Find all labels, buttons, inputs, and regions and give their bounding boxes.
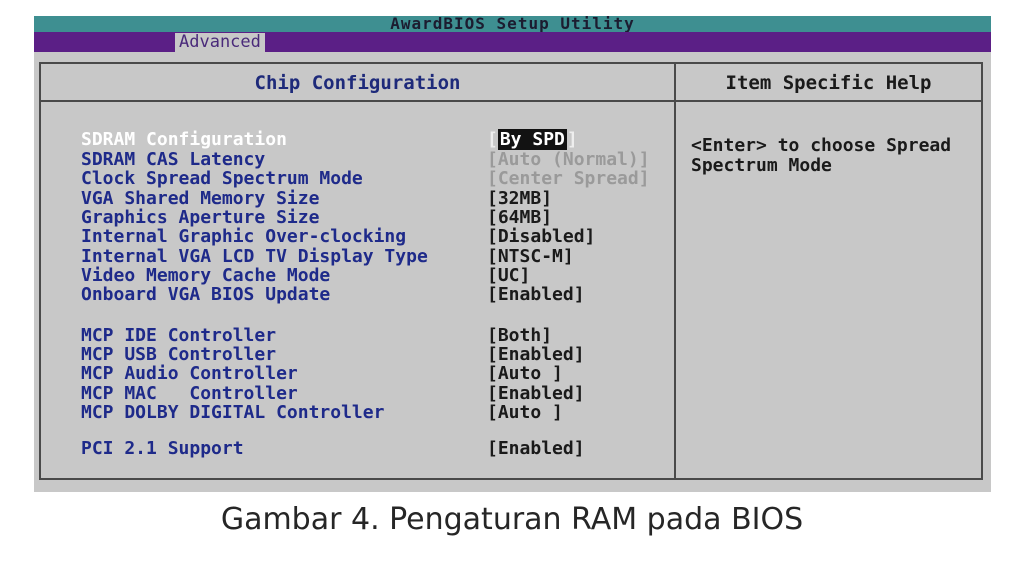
- setting-label: Video Memory Cache Mode: [81, 265, 331, 286]
- setting-value[interactable]: [32MB]: [487, 189, 552, 209]
- setting-value: [Auto (Normal)]: [487, 149, 650, 170]
- setting-label: Internal VGA LCD TV Display Type: [81, 246, 428, 267]
- setting-value[interactable]: [UC]: [487, 266, 530, 286]
- figure-caption: Gambar 4. Pengaturan RAM pada BIOS: [220, 502, 804, 537]
- setting-value[interactable]: [64MB]: [487, 208, 552, 228]
- setting-row-mcp-ide[interactable]: MCP IDE Controller [Both]: [81, 326, 671, 346]
- section-title: Chip Configuration: [254, 72, 461, 94]
- setting-value[interactable]: [Auto ]: [487, 403, 563, 423]
- help-title: Item Specific Help: [725, 72, 932, 94]
- setting-row-sdram-configuration[interactable]: SDRAM Configuration [By SPD]: [81, 129, 671, 150]
- setting-row-clock-spread-spectrum: Clock Spread Spectrum Mode [Center Sprea…: [81, 169, 671, 189]
- setting-label: SDRAM CAS Latency: [81, 149, 266, 170]
- setting-row-mcp-usb[interactable]: MCP USB Controller [Enabled]: [81, 345, 671, 365]
- help-text: <Enter> to choose Spread Spectrum Mode: [691, 135, 952, 176]
- setting-row-mcp-mac[interactable]: MCP MAC Controller [Enabled]: [81, 384, 671, 404]
- setting-label: Onboard VGA BIOS Update: [81, 284, 331, 305]
- setting-row-sdram-cas-latency: SDRAM CAS Latency [Auto (Normal)]: [81, 150, 671, 170]
- setting-row-lcd-tv-display-type[interactable]: Internal VGA LCD TV Display Type [NTSC-M…: [81, 247, 671, 267]
- setting-row-vga-bios-update[interactable]: Onboard VGA BIOS Update [Enabled]: [81, 285, 671, 305]
- panel-divider: [674, 64, 676, 478]
- setting-value[interactable]: [Both]: [487, 326, 552, 346]
- setting-row-vga-shared-memory[interactable]: VGA Shared Memory Size [32MB]: [81, 189, 671, 209]
- setting-label: PCI 2.1 Support: [81, 438, 244, 459]
- tab-advanced[interactable]: Advanced: [175, 33, 265, 52]
- setting-row-mcp-dolby[interactable]: MCP DOLBY DIGITAL Controller [Auto ]: [81, 403, 671, 423]
- setting-label: MCP MAC Controller: [81, 383, 298, 404]
- bios-screen: AwardBIOS Setup Utility Advanced Chip Co…: [34, 16, 991, 492]
- setting-value[interactable]: [By SPD]: [487, 129, 578, 150]
- setting-row-pci-support[interactable]: PCI 2.1 Support [Enabled]: [81, 439, 671, 459]
- setting-label: MCP Audio Controller: [81, 363, 298, 384]
- setting-row-graphic-overclocking[interactable]: Internal Graphic Over-clocking [Disabled…: [81, 227, 671, 247]
- setting-label: Graphics Aperture Size: [81, 207, 320, 228]
- setting-label: MCP DOLBY DIGITAL Controller: [81, 402, 385, 423]
- setting-label: Clock Spread Spectrum Mode: [81, 168, 363, 189]
- setting-value[interactable]: [Auto ]: [487, 364, 563, 384]
- header-divider: [41, 100, 981, 102]
- setting-label: MCP USB Controller: [81, 344, 277, 365]
- setting-value[interactable]: [Enabled]: [487, 439, 585, 459]
- settings-panel: Chip Configuration Item Specific Help <E…: [39, 62, 983, 480]
- setting-value[interactable]: [Enabled]: [487, 285, 585, 305]
- setting-value[interactable]: [Enabled]: [487, 345, 585, 365]
- window-title: AwardBIOS Setup Utility: [34, 16, 991, 32]
- setting-label: SDRAM Configuration: [81, 129, 287, 150]
- setting-row-mcp-audio[interactable]: MCP Audio Controller [Auto ]: [81, 364, 671, 384]
- setting-label: MCP IDE Controller: [81, 325, 277, 346]
- setting-value[interactable]: [Enabled]: [487, 384, 585, 404]
- setting-label: Internal Graphic Over-clocking: [81, 226, 407, 247]
- setting-value: [Center Spread]: [487, 168, 650, 189]
- setting-row-graphics-aperture[interactable]: Graphics Aperture Size [64MB]: [81, 208, 671, 228]
- menu-bar: Advanced: [34, 32, 991, 52]
- setting-label: VGA Shared Memory Size: [81, 188, 320, 209]
- setting-row-video-memory-cache[interactable]: Video Memory Cache Mode [UC]: [81, 266, 671, 286]
- setting-value[interactable]: [Disabled]: [487, 227, 595, 247]
- setting-value[interactable]: [NTSC-M]: [487, 247, 574, 267]
